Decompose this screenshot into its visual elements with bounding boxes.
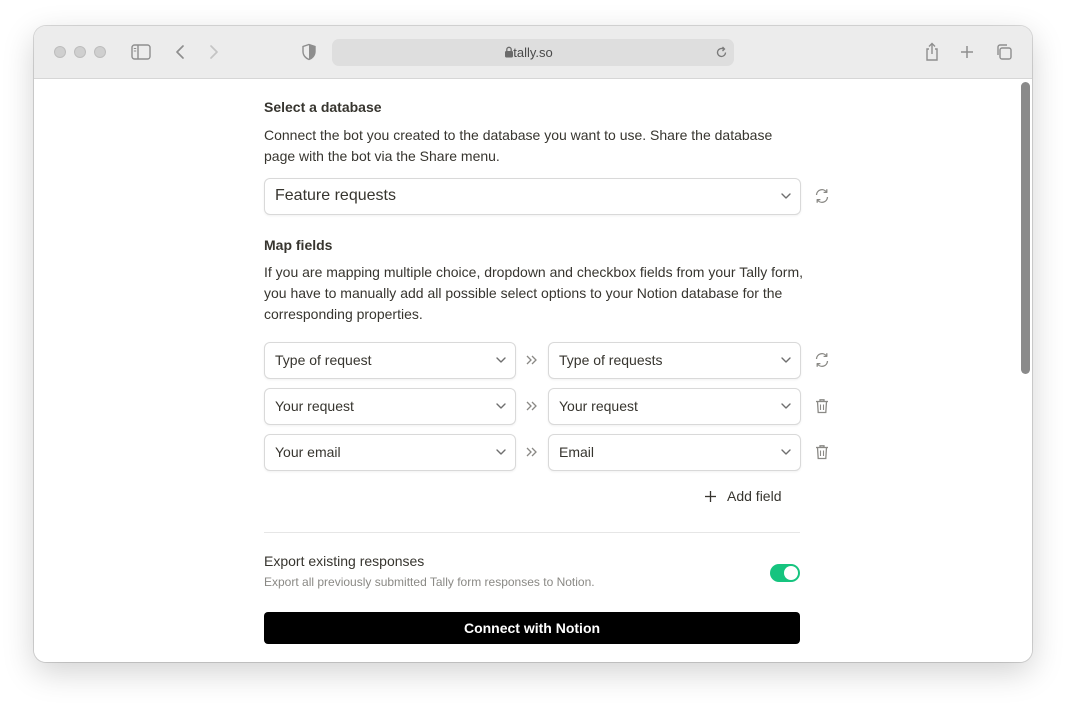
double-chevron-right-icon xyxy=(522,350,542,370)
select-database-description: Connect the bot you created to the datab… xyxy=(264,127,773,164)
double-chevron-right-icon xyxy=(522,442,542,462)
source-field-select[interactable]: Type of request xyxy=(264,342,516,379)
chevron-down-icon xyxy=(496,403,506,409)
add-field-button[interactable]: Add field xyxy=(704,485,781,507)
reload-icon[interactable] xyxy=(715,46,728,59)
map-fields-description: If you are mapping multiple choice, drop… xyxy=(264,264,804,322)
sidebar-icon[interactable] xyxy=(129,41,153,63)
page-content: Select a database Connect the bot you cr… xyxy=(34,80,1032,662)
database-select[interactable]: Feature requests xyxy=(264,178,801,215)
source-field-select[interactable]: Your request xyxy=(264,388,516,425)
share-icon[interactable] xyxy=(920,41,944,63)
export-existing-title: Export existing responses xyxy=(264,553,425,569)
database-select-value: Feature requests xyxy=(275,187,396,204)
minimize-window-button[interactable] xyxy=(74,46,86,58)
zoom-window-button[interactable] xyxy=(94,46,106,58)
chevron-down-icon xyxy=(781,193,791,199)
export-existing-subtitle: Export all previously submitted Tally fo… xyxy=(264,575,595,589)
target-property-select[interactable]: Type of requests xyxy=(548,342,801,379)
privacy-shield-icon[interactable] xyxy=(297,41,321,63)
chevron-down-icon xyxy=(496,357,506,363)
browser-window: tally.so Select a database Connect the b… xyxy=(34,26,1032,662)
source-field-value: Type of request xyxy=(275,352,372,368)
plus-icon xyxy=(705,490,716,502)
close-window-button[interactable] xyxy=(54,46,66,58)
back-icon[interactable] xyxy=(168,41,192,63)
source-field-select[interactable]: Your email xyxy=(264,434,516,471)
target-property-value: Email xyxy=(559,444,595,460)
chevron-down-icon xyxy=(781,449,791,455)
chevron-down-icon xyxy=(781,403,791,409)
trash-icon[interactable] xyxy=(812,396,832,416)
target-property-value: Type of requests xyxy=(559,352,663,368)
tab-overview-icon[interactable] xyxy=(992,41,1016,63)
vertical-scrollbar[interactable] xyxy=(1021,82,1030,374)
add-field-label: Add field xyxy=(727,488,782,504)
toggle-knob xyxy=(784,566,798,580)
address-bar[interactable]: tally.so xyxy=(332,39,734,66)
connect-with-notion-button[interactable]: Connect with Notion xyxy=(264,612,800,644)
double-chevron-right-icon xyxy=(522,396,542,416)
chevron-down-icon xyxy=(781,357,791,363)
target-property-select[interactable]: Email xyxy=(548,434,801,471)
section-divider xyxy=(264,532,800,533)
source-field-value: Your email xyxy=(275,444,341,460)
refresh-properties-icon[interactable] xyxy=(812,350,832,370)
export-existing-toggle[interactable] xyxy=(770,564,800,582)
select-database-heading: Select a database xyxy=(264,99,382,115)
target-property-value: Your request xyxy=(559,398,638,414)
target-property-select[interactable]: Your request xyxy=(548,388,801,425)
browser-titlebar: tally.so xyxy=(34,26,1032,79)
chevron-down-icon xyxy=(496,449,506,455)
new-tab-icon[interactable] xyxy=(955,41,979,63)
forward-icon[interactable] xyxy=(202,41,226,63)
url-text: tally.so xyxy=(513,45,553,60)
map-fields-heading: Map fields xyxy=(264,237,333,253)
refresh-databases-icon[interactable] xyxy=(812,186,832,206)
trash-icon[interactable] xyxy=(812,442,832,462)
source-field-value: Your request xyxy=(275,398,354,414)
